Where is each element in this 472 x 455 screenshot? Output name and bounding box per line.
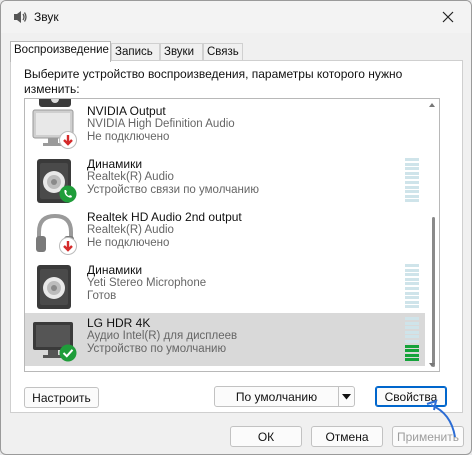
configure-button[interactable]: Настроить — [24, 387, 99, 408]
scroll-down-arrow-icon[interactable] — [428, 361, 436, 369]
meter-segment — [405, 353, 419, 357]
meter-segment — [405, 335, 419, 339]
meter-segment — [405, 273, 419, 277]
device-status: Готов — [87, 290, 117, 302]
device-driver: Yeti Stereo Microphone — [87, 277, 207, 289]
device-text: Realtek HD Audio 2nd output Realtek(R) A… — [87, 211, 242, 250]
meter-segment — [405, 264, 419, 267]
device-item-speakers-yeti[interactable]: Динамики Yeti Stereo Microphone Готов — [25, 260, 425, 313]
ok-button-label: ОК — [257, 429, 275, 444]
cancel-button-label: Отмена — [325, 429, 369, 444]
close-button[interactable] — [425, 1, 471, 33]
tab-recording[interactable]: Запись — [111, 43, 160, 61]
meter-segment — [405, 305, 419, 309]
meter-segment — [405, 326, 419, 330]
device-status: Не подключено — [87, 237, 170, 249]
meter-segment — [405, 287, 419, 290]
speaker-app-icon — [14, 11, 27, 23]
speaker-icon — [37, 265, 71, 309]
meter-segment — [405, 300, 419, 304]
instruction-text: Выберите устройство воспроизведения, пар… — [24, 67, 403, 96]
meter-segment — [405, 199, 419, 203]
meter-segment — [405, 194, 419, 198]
cancel-button[interactable]: Отмена — [311, 426, 383, 447]
device-item-realtek-2nd-output[interactable]: Realtek HD Audio 2nd output Realtek(R) A… — [25, 207, 425, 260]
meter-segment — [405, 321, 419, 325]
meter-segment — [405, 358, 419, 362]
meter-segment — [405, 185, 419, 189]
device-status: Устройство по умолчанию — [87, 343, 227, 355]
device-item-speakers-realtek[interactable]: Динамики Realtek(R) Audio Устройство свя… — [25, 154, 425, 207]
scroll-up-arrow-icon[interactable] — [428, 101, 436, 109]
meter-segment — [405, 349, 419, 353]
disconnected-badge-icon — [59, 131, 77, 149]
tab-sounds[interactable]: Звуки — [160, 43, 203, 61]
volume-meter — [405, 158, 419, 204]
device-status: Не подключено — [87, 131, 170, 143]
tab-playback[interactable]: Воспроизведение — [10, 41, 111, 62]
meter-segment — [405, 282, 419, 286]
device-text: Динамики Yeti Stereo Microphone Готов — [87, 264, 206, 303]
device-text: NVIDIA Output NVIDIA High Definition Aud… — [87, 105, 235, 144]
device-name: NVIDIA Output — [87, 104, 166, 118]
device-driver: Realtek(R) Audio — [87, 224, 174, 236]
device-item-lg-hdr-4k[interactable]: LG HDR 4K Аудио Intel(R) для дисплеев Ус… — [25, 313, 425, 366]
device-name: Динамики — [87, 157, 143, 171]
tab-communications[interactable]: Связь — [203, 43, 243, 61]
meter-segment — [405, 181, 419, 184]
ok-button[interactable]: ОК — [230, 426, 302, 447]
device-name: LG HDR 4K — [87, 316, 151, 330]
meter-segment — [405, 344, 419, 348]
annotation-arrow-icon — [426, 399, 456, 438]
device-name: Динамики — [87, 263, 143, 277]
phone-badge-icon — [59, 185, 77, 203]
window-title: Звук — [34, 10, 59, 24]
meter-segment — [405, 268, 419, 272]
device-driver: Realtek(R) Audio — [87, 171, 174, 183]
device-text: Динамики Realtek(R) Audio Устройство свя… — [87, 158, 259, 197]
meter-segment — [405, 291, 419, 295]
default-check-badge-icon — [59, 344, 77, 362]
set-default-button-label: По умолчанию — [235, 389, 318, 404]
configure-button-label: Настроить — [32, 390, 91, 405]
device-item-nvidia-output[interactable]: NVIDIA Output NVIDIA High Definition Aud… — [25, 101, 425, 154]
close-icon — [442, 11, 454, 23]
device-driver: Аудио Intel(R) для дисплеев — [87, 330, 238, 342]
meter-segment — [405, 317, 419, 320]
device-status: Устройство связи по умолчанию — [87, 184, 259, 196]
meter-segment — [405, 296, 419, 300]
dropdown-arrow-icon — [342, 393, 351, 399]
sound-dialog: Звук Воспроизведение Запись Звуки Связь … — [0, 0, 472, 455]
disconnected-badge-icon — [59, 237, 77, 255]
meter-segment — [405, 340, 419, 343]
meter-segment — [405, 176, 419, 180]
volume-meter — [405, 317, 419, 363]
meter-segment — [405, 330, 419, 334]
meter-segment — [405, 158, 419, 161]
meter-segment — [405, 190, 419, 194]
playback-panel: Выберите устройство воспроизведения, пар… — [10, 60, 463, 413]
set-default-dropdown[interactable] — [338, 387, 354, 406]
meter-segment — [405, 162, 419, 166]
device-text: LG HDR 4K Аудио Intel(R) для дисплеев Ус… — [87, 317, 237, 356]
device-list[interactable]: NVIDIA Output NVIDIA High Definition Aud… — [24, 98, 440, 372]
meter-segment — [405, 277, 419, 281]
set-default-split-button[interactable]: По умолчанию — [214, 386, 355, 407]
title-bar: Звук — [1, 1, 471, 33]
meter-segment — [405, 171, 419, 175]
scrollbar-thumb[interactable] — [432, 217, 435, 367]
meter-segment — [405, 167, 419, 171]
device-driver: NVIDIA High Definition Audio — [87, 118, 235, 130]
device-name: Realtek HD Audio 2nd output — [87, 210, 242, 224]
volume-meter — [405, 264, 419, 310]
